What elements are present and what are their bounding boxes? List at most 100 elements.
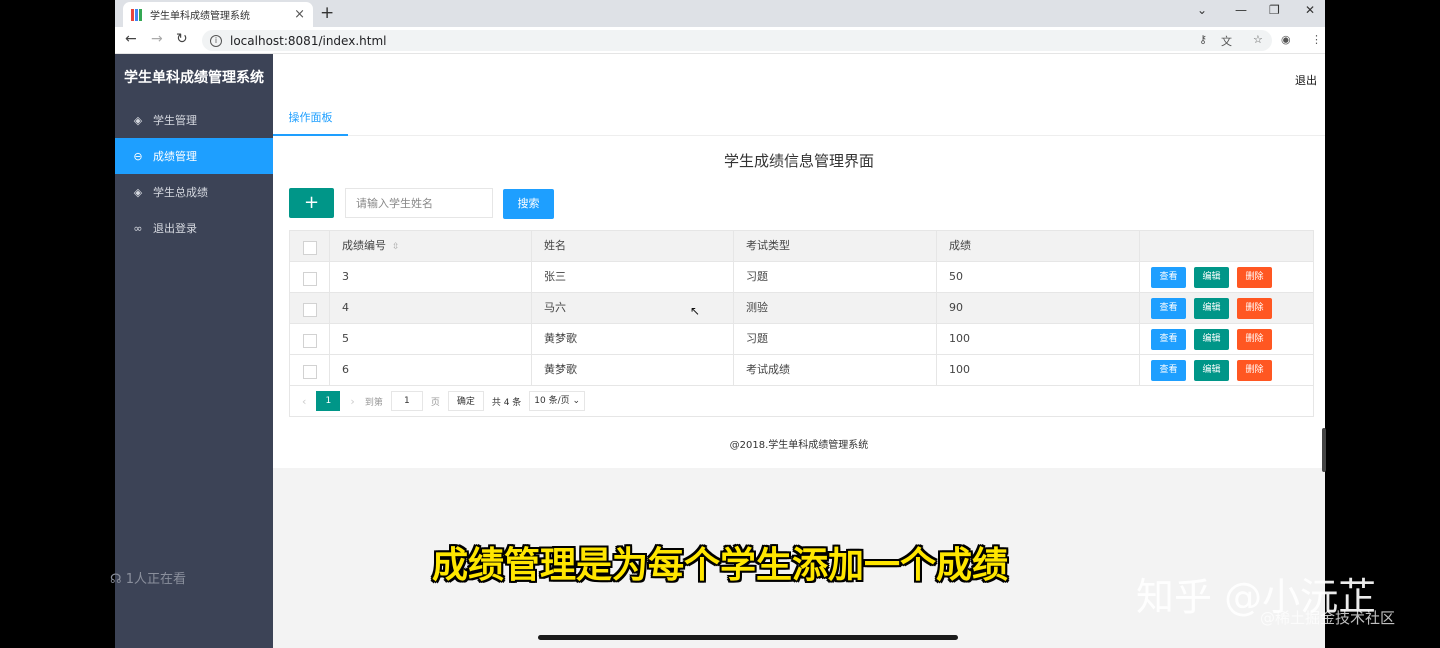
forward-icon[interactable]: → (151, 31, 163, 47)
view-button[interactable]: 查看 (1151, 359, 1186, 381)
cell-actions: 查看 编辑 删除 (1140, 324, 1315, 354)
browser-tab-title: 学生单科成绩管理系统 (150, 11, 250, 22)
cell-name: 马六 (532, 293, 734, 323)
browser-tab-bar: 学生单科成绩管理系统 × + ⌄ — ❐ ✕ (115, 0, 1325, 27)
cell-exam-type: 考试成绩 (734, 355, 937, 385)
search-input[interactable] (345, 188, 493, 218)
cell-score: 90 (937, 293, 1140, 323)
cell-name: 黄梦歌 (532, 355, 734, 385)
page-size-select[interactable]: 10 条/页 ⌄ (529, 391, 586, 411)
cell-score: 100 (937, 355, 1140, 385)
page-title: 学生成绩信息管理界面 (723, 152, 874, 170)
sidebar-item-label: 学生管理 (153, 114, 197, 127)
new-tab-icon[interactable]: + (320, 3, 334, 23)
top-header: 退出 (273, 54, 1325, 102)
cell-score-id: 4 (330, 293, 532, 323)
pagination: ‹ 1 › 到第 页 确定 共 4 条 10 条/页 ⌄ (290, 386, 1313, 416)
app-favicon-icon (131, 8, 143, 21)
cell-name: 黄梦歌 (532, 324, 734, 354)
cell-actions: 查看 编辑 删除 (1140, 262, 1315, 292)
next-page-icon[interactable]: › (350, 395, 354, 408)
link-icon: ∞ (133, 221, 143, 235)
url-field[interactable]: i localhost:8081/index.html (202, 30, 1272, 51)
cell-exam-type: 测验 (734, 293, 937, 323)
sidebar-item-label: 成绩管理 (153, 150, 197, 163)
row-checkbox[interactable] (303, 272, 317, 286)
reload-icon[interactable]: ↻ (176, 31, 188, 47)
link-icon: ⊖ (133, 149, 143, 163)
cell-score: 50 (937, 262, 1140, 292)
home-indicator (538, 635, 958, 640)
page-label: 页 (430, 397, 440, 408)
site-info-icon[interactable]: i (210, 34, 222, 47)
cell-score-id: 5 (330, 324, 532, 354)
sidebar-item-total-score[interactable]: ◈ 学生总成绩 (115, 174, 273, 210)
close-tab-icon[interactable]: × (294, 7, 305, 22)
content-panel: 操作面板 学生成绩信息管理界面 + 搜索 成绩编号⇳ 姓名 考试类型 成绩 (273, 102, 1325, 468)
translate-icon[interactable]: 文 (1221, 33, 1232, 49)
cell-actions: 查看 编辑 删除 (1140, 355, 1315, 385)
url-text: localhost:8081/index.html (230, 33, 387, 48)
profile-icon[interactable]: ◉ (1281, 33, 1291, 46)
restore-icon[interactable]: ❐ (1269, 3, 1280, 17)
tab-bar: 操作面板 (273, 102, 1325, 136)
row-checkbox[interactable] (303, 303, 317, 317)
row-checkbox[interactable] (303, 365, 317, 379)
delete-button[interactable]: 删除 (1237, 266, 1272, 288)
edit-button[interactable]: 编辑 (1194, 266, 1229, 288)
table-row: 4 马六 测验 90 查看 编辑 删除 (290, 293, 1313, 324)
key-icon[interactable]: ⚷ (1199, 33, 1207, 46)
delete-button[interactable]: 删除 (1237, 328, 1272, 350)
layers-icon: ◈ (133, 185, 143, 199)
minimize-icon[interactable]: — (1235, 3, 1247, 17)
cell-score-id: 3 (330, 262, 532, 292)
sidebar-item-score-management[interactable]: ⊖ 成绩管理 (115, 138, 273, 174)
delete-button[interactable]: 删除 (1237, 297, 1272, 319)
score-table: 成绩编号 ⇳ 姓名 考试类型 成绩 3 张三 习题 50 查看 编辑 删除 4 … (289, 230, 1314, 417)
search-button[interactable]: 搜索 (503, 189, 554, 219)
edit-button[interactable]: 编辑 (1194, 297, 1229, 319)
table-row: 5 黄梦歌 习题 100 查看 编辑 删除 (290, 324, 1313, 355)
bookmark-star-icon[interactable]: ☆ (1253, 33, 1263, 46)
sidebar-item-label: 退出登录 (153, 222, 197, 235)
menu-dots-icon[interactable]: ⋮ (1311, 33, 1322, 46)
table-header-row: 成绩编号 ⇳ 姓名 考试类型 成绩 (290, 231, 1313, 262)
cell-exam-type: 习题 (734, 262, 937, 292)
mouse-cursor-icon: ↖ (690, 304, 701, 318)
column-header-name: 姓名 (532, 231, 734, 261)
goto-page-input[interactable] (390, 391, 423, 411)
prev-page-icon[interactable]: ‹ (302, 395, 306, 408)
juejin-watermark: @稀土掘金技术社区 (1260, 609, 1396, 627)
goto-label: 到第 (364, 397, 383, 408)
view-button[interactable]: 查看 (1151, 328, 1186, 350)
row-checkbox[interactable] (303, 334, 317, 348)
sort-icon[interactable]: ⇳ (392, 242, 400, 252)
footer: @2018.学生单科成绩管理系统 (273, 430, 1325, 468)
browser-tab[interactable]: 学生单科成绩管理系统 × (123, 2, 313, 27)
tab-operation-panel[interactable]: 操作面板 (273, 102, 348, 136)
chevron-down-icon[interactable]: ⌄ (1197, 3, 1207, 17)
edit-button[interactable]: 编辑 (1194, 328, 1229, 350)
delete-button[interactable]: 删除 (1237, 359, 1272, 381)
cell-score-id: 6 (330, 355, 532, 385)
view-button[interactable]: 查看 (1151, 297, 1186, 319)
layers-icon: ◈ (133, 113, 143, 127)
goto-confirm-button[interactable]: 确定 (447, 391, 484, 411)
cell-name: 张三 (532, 262, 734, 292)
close-window-icon[interactable]: ✕ (1305, 3, 1315, 17)
current-page[interactable]: 1 (316, 391, 341, 411)
table-row: 3 张三 习题 50 查看 编辑 删除 (290, 262, 1313, 293)
sidebar-item-label: 学生总成绩 (153, 186, 208, 199)
cell-score: 100 (937, 324, 1140, 354)
sidebar-item-logout[interactable]: ∞ 退出登录 (115, 210, 273, 246)
add-score-button[interactable]: + (289, 188, 334, 218)
back-icon[interactable]: ← (125, 31, 137, 47)
table-row: 6 黄梦歌 考试成绩 100 查看 编辑 删除 (290, 355, 1313, 386)
app-brand: 学生单科成绩管理系统 (124, 70, 264, 86)
select-all-checkbox[interactable] (303, 241, 317, 255)
sidebar-item-student-management[interactable]: ◈ 学生管理 (115, 102, 273, 138)
logout-link[interactable]: 退出 (1295, 72, 1317, 88)
column-header-score-id[interactable]: 成绩编号 ⇳ (330, 231, 532, 261)
edit-button[interactable]: 编辑 (1194, 359, 1229, 381)
view-button[interactable]: 查看 (1151, 266, 1186, 288)
